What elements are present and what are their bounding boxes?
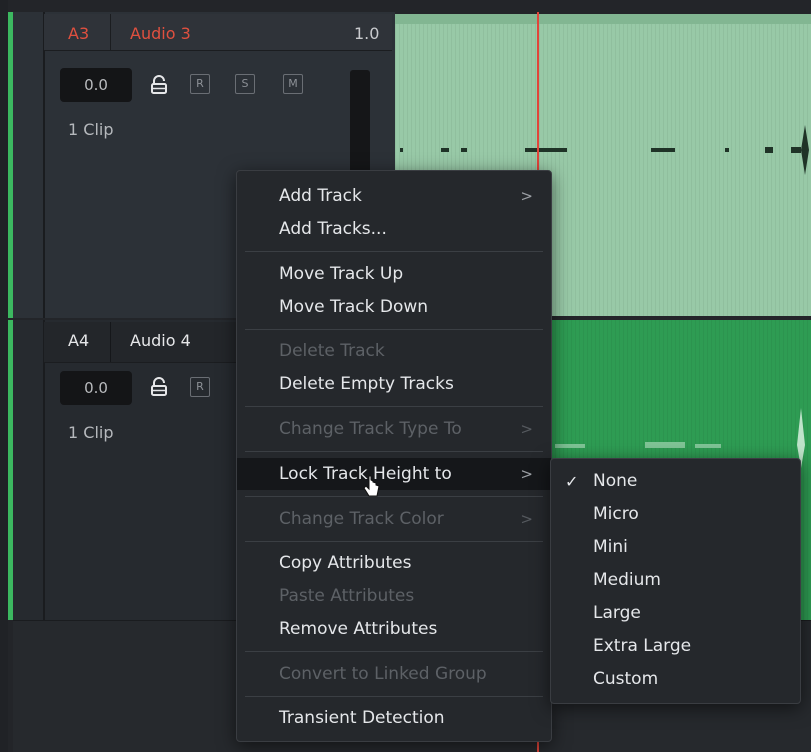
- lock-icon[interactable]: [148, 376, 170, 398]
- menu-item-copy-attributes[interactable]: Copy Attributes: [237, 547, 551, 579]
- submenu-item-label: Micro: [593, 504, 639, 524]
- submenu-item-label: Custom: [593, 669, 659, 689]
- menu-item-convert-linked-group: Convert to Linked Group: [237, 658, 551, 690]
- menu-divider: [245, 496, 543, 497]
- submenu-item-label: Large: [593, 603, 641, 623]
- menu-divider: [245, 251, 543, 252]
- menu-item-move-track-down[interactable]: Move Track Down: [237, 291, 551, 323]
- track-color-edge-a3: [8, 12, 13, 318]
- chevron-right-icon: >: [520, 187, 533, 205]
- menu-item-label: Copy Attributes: [279, 553, 412, 573]
- track-level-a3: 1.0: [354, 24, 380, 43]
- track-volume-a4[interactable]: 0.0: [60, 371, 132, 405]
- lock-track-height-submenu: ✓ None Micro Mini Medium Large Extra Larg…: [550, 458, 801, 704]
- record-arm-button[interactable]: R: [190, 74, 210, 94]
- track-context-menu: Add Track > Add Tracks... Move Track Up M…: [236, 170, 552, 742]
- menu-divider: [245, 406, 543, 407]
- menu-item-paste-attributes: Paste Attributes: [237, 580, 551, 612]
- menu-item-label: Change Track Type To: [279, 419, 462, 439]
- checkmark-icon: ✓: [565, 472, 579, 491]
- menu-item-label: Move Track Down: [279, 297, 429, 317]
- menu-item-label: Convert to Linked Group: [279, 664, 487, 684]
- clip-count-a4: 1 Clip: [68, 423, 114, 442]
- menu-item-change-track-type: Change Track Type To >: [237, 413, 551, 445]
- solo-button[interactable]: S: [235, 74, 255, 94]
- menu-item-label: Delete Track: [279, 341, 385, 361]
- submenu-item-none[interactable]: ✓ None: [551, 465, 800, 498]
- menu-item-move-track-up[interactable]: Move Track Up: [237, 258, 551, 290]
- track-title-divider: [110, 14, 111, 50]
- menu-item-label: Remove Attributes: [279, 619, 438, 639]
- menu-item-add-track[interactable]: Add Track >: [237, 180, 551, 212]
- menu-item-remove-attributes[interactable]: Remove Attributes: [237, 613, 551, 645]
- submenu-item-micro[interactable]: Micro: [551, 498, 800, 531]
- menu-item-change-track-color: Change Track Color >: [237, 503, 551, 535]
- menu-item-label: Transient Detection: [279, 708, 445, 728]
- track-header-separator: [43, 320, 45, 620]
- track-name-a3[interactable]: Audio 3: [130, 24, 191, 43]
- clip-count-a3: 1 Clip: [68, 120, 114, 139]
- submenu-item-label: Medium: [593, 570, 661, 590]
- chevron-right-icon: >: [520, 510, 533, 528]
- lock-icon[interactable]: [148, 74, 170, 96]
- submenu-item-medium[interactable]: Medium: [551, 564, 800, 597]
- menu-item-lock-track-height[interactable]: Lock Track Height to >: [237, 458, 551, 490]
- track-id-a3: A3: [68, 24, 90, 43]
- menu-item-label: Add Tracks...: [279, 219, 387, 239]
- mute-button[interactable]: M: [283, 74, 303, 94]
- submenu-item-extra-large[interactable]: Extra Large: [551, 630, 800, 663]
- menu-divider: [245, 329, 543, 330]
- menu-item-delete-track: Delete Track: [237, 335, 551, 367]
- audio-meter-a3: [350, 70, 370, 180]
- menu-item-add-tracks[interactable]: Add Tracks...: [237, 213, 551, 245]
- record-arm-button[interactable]: R: [190, 377, 210, 397]
- track-header-separator: [43, 12, 45, 318]
- track-color-edge-a4: [8, 320, 13, 620]
- menu-item-delete-empty-tracks[interactable]: Delete Empty Tracks: [237, 368, 551, 400]
- track-title-bar-a3: [44, 14, 392, 51]
- chevron-right-icon: >: [520, 420, 533, 438]
- menu-item-label: Delete Empty Tracks: [279, 374, 454, 394]
- pointer-cursor-icon: [363, 475, 380, 497]
- track-id-a4: A4: [68, 331, 90, 350]
- track-name-a4[interactable]: Audio 4: [130, 331, 191, 350]
- menu-divider: [245, 696, 543, 697]
- submenu-item-mini[interactable]: Mini: [551, 531, 800, 564]
- track-volume-a3[interactable]: 0.0: [60, 68, 132, 102]
- menu-item-label: Change Track Color: [279, 509, 444, 529]
- menu-item-transient-detection[interactable]: Transient Detection: [237, 702, 551, 734]
- menu-divider: [245, 651, 543, 652]
- clip-title-strip-a3: [395, 14, 811, 24]
- submenu-item-custom[interactable]: Custom: [551, 663, 800, 696]
- menu-divider: [245, 541, 543, 542]
- submenu-item-label: Extra Large: [593, 636, 692, 656]
- submenu-item-label: None: [593, 471, 638, 491]
- window-left-edge: [0, 0, 8, 752]
- menu-item-label: Add Track: [279, 186, 362, 206]
- submenu-item-large[interactable]: Large: [551, 597, 800, 630]
- menu-item-label: Move Track Up: [279, 264, 404, 284]
- chevron-right-icon: >: [520, 465, 533, 483]
- menu-divider: [245, 451, 543, 452]
- submenu-item-label: Mini: [593, 537, 628, 557]
- menu-item-label: Paste Attributes: [279, 586, 415, 606]
- track-title-divider: [110, 322, 111, 362]
